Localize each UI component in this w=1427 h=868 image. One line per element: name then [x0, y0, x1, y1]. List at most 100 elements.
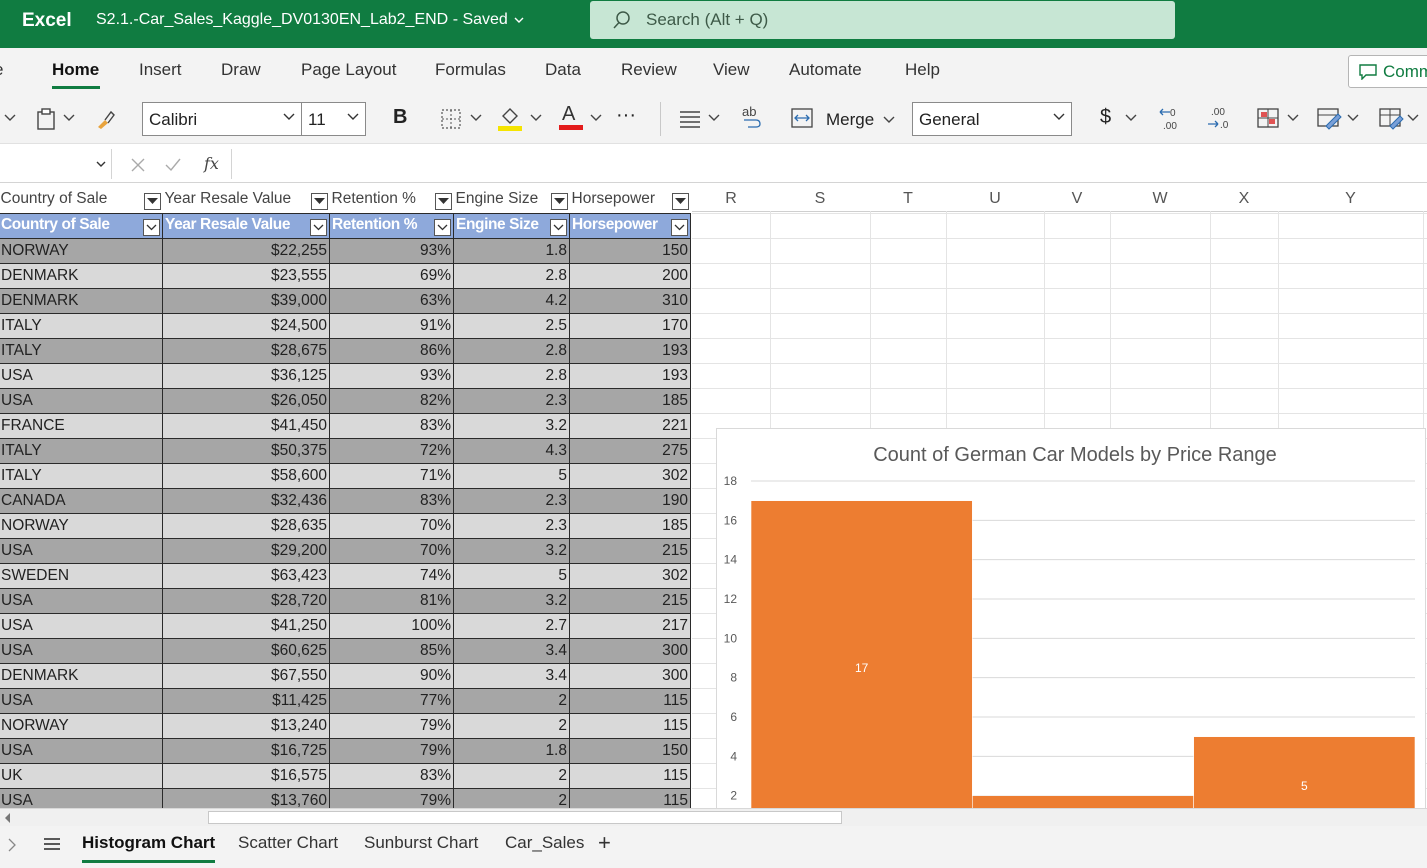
table-cell[interactable]: 170 — [569, 312, 691, 339]
table-cell[interactable]: ITALY — [0, 312, 163, 339]
table-cell[interactable]: 1.8 — [453, 237, 570, 264]
table-cell[interactable]: SWEDEN — [0, 562, 163, 589]
table-cell[interactable]: 2.8 — [453, 362, 570, 389]
table-cell[interactable]: $67,550 — [162, 662, 330, 689]
chevron-right-icon[interactable] — [8, 838, 16, 852]
horizontal-scrollbar[interactable] — [0, 808, 1427, 826]
chevron-down-icon[interactable] — [1125, 114, 1137, 122]
tab-automate[interactable]: Automate — [789, 60, 862, 80]
add-sheet-button[interactable]: + — [598, 830, 611, 856]
cancel-icon[interactable] — [130, 157, 146, 173]
table-cell[interactable]: 86% — [329, 337, 454, 364]
table-cell[interactable]: USA — [0, 362, 163, 389]
merge-icon[interactable] — [790, 106, 814, 130]
worksheet-grid[interactable]: R S T U V W X Y Country of Sale Year Res… — [0, 183, 1427, 808]
table-cell[interactable]: $26,050 — [162, 387, 330, 414]
table-cell[interactable]: 275 — [569, 437, 691, 464]
table-cell[interactable]: 4.3 — [453, 437, 570, 464]
tab-draw[interactable]: Draw — [221, 60, 261, 80]
enter-icon[interactable] — [164, 157, 182, 173]
table-cell[interactable]: 3.4 — [453, 637, 570, 664]
table-cell[interactable]: 100% — [329, 612, 454, 639]
table-cell[interactable]: 90% — [329, 662, 454, 689]
table-cell[interactable]: $60,625 — [162, 637, 330, 664]
table-cell[interactable]: 63% — [329, 287, 454, 314]
table-cell[interactable]: $63,423 — [162, 562, 330, 589]
histogram-chart[interactable]: Count of German Car Models by Price Rang… — [716, 428, 1426, 808]
sheet-tab-histogram-chart[interactable]: Histogram Chart — [82, 833, 215, 853]
table-cell[interactable]: USA — [0, 637, 163, 664]
table-cell[interactable]: $16,725 — [162, 737, 330, 764]
table-cell[interactable]: 83% — [329, 412, 454, 439]
increase-decimal-icon[interactable]: .00.0 — [1204, 104, 1232, 132]
chevron-down-icon[interactable] — [530, 114, 542, 122]
filter-dropdown-icon[interactable] — [310, 218, 327, 236]
table-cell[interactable]: ITALY — [0, 462, 163, 489]
table-cell[interactable]: 215 — [569, 587, 691, 614]
search-input[interactable]: Search (Alt + Q) — [590, 1, 1175, 39]
table-cell[interactable]: 79% — [329, 787, 454, 808]
table-cell[interactable]: 85% — [329, 637, 454, 664]
table-header-cell[interactable]: Country of Sale — [0, 212, 163, 239]
table-cell[interactable]: 71% — [329, 462, 454, 489]
table-cell[interactable]: $58,600 — [162, 462, 330, 489]
name-box[interactable] — [0, 149, 112, 179]
tab-view[interactable]: View — [713, 60, 750, 80]
filter-dropdown-icon[interactable] — [550, 193, 568, 211]
table-cell[interactable]: 5 — [453, 462, 570, 489]
table-cell[interactable]: 2.5 — [453, 312, 570, 339]
conditional-format-icon[interactable] — [1256, 107, 1280, 129]
table-cell[interactable]: $22,255 — [162, 237, 330, 264]
chevron-down-icon[interactable] — [470, 114, 482, 122]
sheet-tab-sunburst-chart[interactable]: Sunburst Chart — [364, 833, 478, 853]
table-cell[interactable]: 70% — [329, 512, 454, 539]
column-header-u[interactable]: U — [946, 190, 1044, 208]
header-cell[interactable]: Country of Sale — [0, 188, 163, 213]
table-cell[interactable]: USA — [0, 687, 163, 714]
filter-dropdown-icon[interactable] — [434, 218, 451, 236]
column-header-x[interactable]: X — [1210, 190, 1278, 208]
chevron-down-icon[interactable] — [708, 114, 720, 122]
document-title[interactable]: S2.1.-Car_Sales_Kaggle_DV0130EN_Lab2_END… — [96, 11, 524, 29]
paste-icon[interactable] — [36, 108, 56, 130]
table-cell[interactable]: $23,555 — [162, 262, 330, 289]
table-cell[interactable]: 300 — [569, 637, 691, 664]
currency-button[interactable]: $ — [1100, 106, 1111, 129]
font-name-select[interactable]: Calibri — [142, 102, 302, 136]
sheet-tab-scatter-chart[interactable]: Scatter Chart — [238, 833, 338, 853]
table-cell[interactable]: 83% — [329, 762, 454, 789]
table-cell[interactable]: 2 — [453, 687, 570, 714]
table-cell[interactable]: 5 — [453, 562, 570, 589]
table-cell[interactable]: 217 — [569, 612, 691, 639]
chevron-down-icon[interactable] — [1407, 114, 1419, 122]
table-cell[interactable]: NORWAY — [0, 237, 163, 264]
table-cell[interactable]: NORWAY — [0, 712, 163, 739]
filter-dropdown-icon[interactable] — [310, 193, 328, 211]
table-cell[interactable]: USA — [0, 537, 163, 564]
table-cell[interactable]: USA — [0, 787, 163, 808]
ribbon-edge-tab[interactable]: e — [0, 60, 3, 80]
table-cell[interactable]: 82% — [329, 387, 454, 414]
font-color-icon[interactable]: A — [558, 102, 584, 132]
table-header-cell[interactable]: Year Resale Value — [162, 212, 330, 239]
column-header-r[interactable]: R — [692, 190, 770, 208]
table-cell[interactable]: 3.2 — [453, 537, 570, 564]
sheet-tab-car-sales[interactable]: Car_Sales — [505, 833, 584, 853]
chevron-down-icon[interactable] — [883, 116, 895, 124]
table-cell[interactable]: 2 — [453, 787, 570, 808]
table-cell[interactable]: 91% — [329, 312, 454, 339]
chevron-down-icon[interactable] — [4, 114, 16, 122]
table-cell[interactable]: FRANCE — [0, 412, 163, 439]
table-cell[interactable]: 115 — [569, 712, 691, 739]
table-cell[interactable]: 190 — [569, 487, 691, 514]
table-cell[interactable]: $50,375 — [162, 437, 330, 464]
table-cell[interactable]: 310 — [569, 287, 691, 314]
table-cell[interactable]: USA — [0, 612, 163, 639]
table-cell[interactable]: 74% — [329, 562, 454, 589]
bold-button[interactable]: B — [393, 106, 407, 129]
comments-button[interactable]: Comm — [1348, 55, 1427, 88]
filter-dropdown-icon[interactable] — [434, 193, 452, 211]
column-header-v[interactable]: V — [1044, 190, 1110, 208]
table-cell[interactable]: 185 — [569, 512, 691, 539]
table-cell[interactable]: 72% — [329, 437, 454, 464]
